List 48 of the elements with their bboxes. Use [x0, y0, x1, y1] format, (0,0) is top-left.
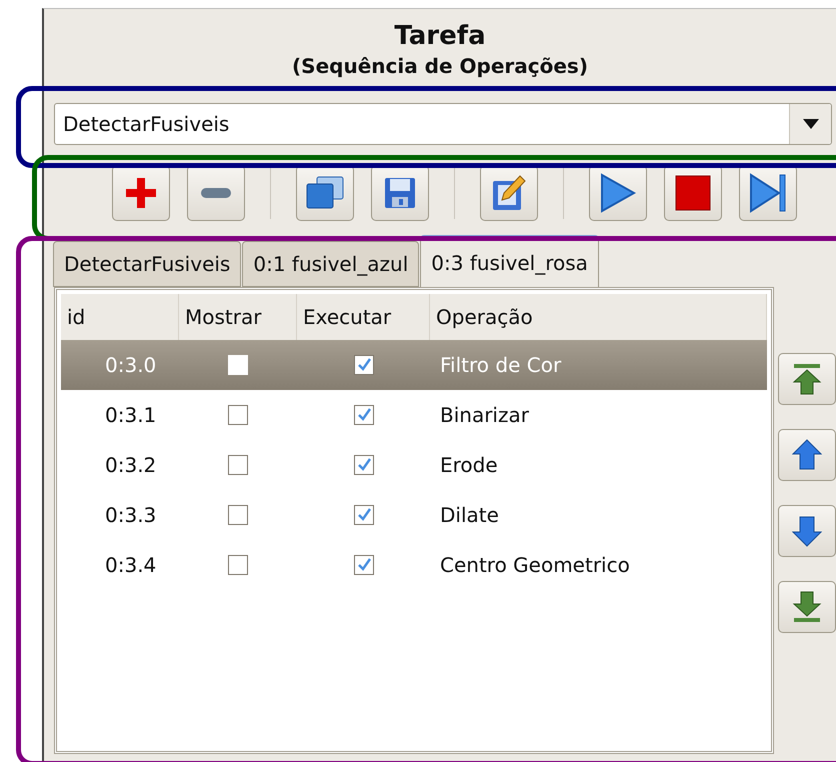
- operation-cell-text: Erode: [439, 453, 499, 477]
- copy-button[interactable]: [296, 165, 354, 221]
- move-bottom-button[interactable]: [778, 581, 836, 633]
- edit-icon: [492, 175, 526, 211]
- operation-cell-text: Filtro de Cor: [439, 353, 562, 377]
- id-cell-text: 0:3.0: [104, 353, 158, 377]
- panel-subtitle: (Sequência de Operações): [291, 53, 589, 79]
- arrow-down-icon: [792, 515, 822, 547]
- edit-button[interactable]: [480, 165, 538, 221]
- move-to-top-icon: [792, 363, 822, 395]
- id-cell-text: 0:3.3: [104, 503, 158, 527]
- tab[interactable]: 0:3 fusivel_rosa: [420, 235, 599, 287]
- operation-cell-text: Binarizar: [439, 403, 530, 427]
- run-checkbox[interactable]: [354, 405, 374, 425]
- copy-icon: [305, 176, 345, 210]
- tab[interactable]: DetectarFusiveis: [53, 241, 242, 287]
- move-to-bottom-icon: [792, 591, 822, 623]
- show-checkbox[interactable]: [228, 505, 248, 525]
- plus-icon: [124, 176, 158, 210]
- move-up-button[interactable]: [778, 429, 836, 481]
- id-cell-text: 0:3.2: [104, 453, 158, 477]
- panel-title: Tarefa: [393, 21, 487, 51]
- tab[interactable]: 0:1 fusivel_azul: [242, 241, 420, 287]
- id-cell-text: 0:3.1: [104, 403, 158, 427]
- minus-icon: [201, 188, 231, 198]
- show-checkbox[interactable]: [228, 455, 248, 475]
- move-down-button[interactable]: [778, 505, 836, 557]
- remove-button[interactable]: [187, 165, 245, 221]
- id-cell-text: 0:3.4: [104, 553, 158, 577]
- skip-forward-icon: [749, 173, 787, 213]
- operation-cell-text: Centro Geometrico: [439, 553, 631, 577]
- arrow-up-icon: [792, 439, 822, 471]
- step-button[interactable]: [739, 165, 797, 221]
- run-checkbox[interactable]: [354, 505, 374, 525]
- operation-cell-text: Dilate: [439, 503, 500, 527]
- run-checkbox[interactable]: [354, 555, 374, 575]
- show-checkbox[interactable]: [228, 405, 248, 425]
- play-icon: [600, 173, 636, 213]
- run-button[interactable]: [589, 165, 647, 221]
- show-checkbox[interactable]: [228, 555, 248, 575]
- run-checkbox[interactable]: [354, 355, 374, 375]
- save-button[interactable]: [371, 165, 429, 221]
- run-checkbox[interactable]: [354, 455, 374, 475]
- task-dropdown[interactable]: DetectarFusiveis: [54, 103, 832, 145]
- stop-icon: [675, 175, 711, 211]
- add-button[interactable]: [112, 165, 170, 221]
- move-top-button[interactable]: [778, 353, 836, 405]
- stop-button[interactable]: [664, 165, 722, 221]
